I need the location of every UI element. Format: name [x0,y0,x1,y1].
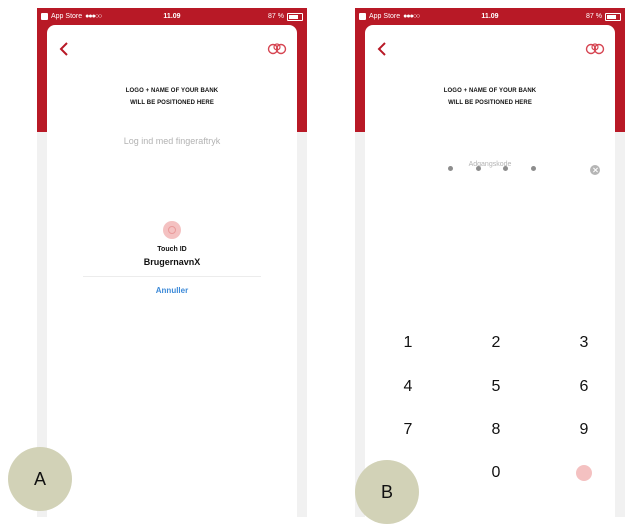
bank-logo-icon [585,42,605,56]
touch-id-username: BrugernavnX [143,257,201,267]
bank-logo-placeholder: LOGO + NAME OF YOUR BANK WILL BE POSITIO… [365,85,615,109]
pin-card: LOGO + NAME OF YOUR BANK WILL BE POSITIO… [365,25,615,517]
pin-dot [448,166,453,171]
keypad-key-1[interactable]: 1 [388,331,428,355]
logo-text-line1: LOGO + NAME OF YOUR BANK [125,88,219,94]
pin-dot [530,166,536,171]
battery-icon [287,12,303,21]
keypad-key-4[interactable]: 4 [388,375,428,399]
battery-label: 87 % [586,13,602,20]
bank-logo-placeholder: LOGO + NAME OF YOUR BANK WILL BE POSITIO… [47,85,297,109]
fingerprint-prompt: Log ind med fingeraftryk [123,136,221,146]
status-bar: App Store ●●●○○ 11.09 87 % [37,8,307,25]
battery-label: 87 % [268,13,284,20]
touch-id-dialog: Touch ID BrugernavnX Annuller [83,212,261,308]
phone-screen-a: App Store ●●●○○ 11.09 87 % LOGO + NAME O… [37,8,307,517]
battery-icon [605,12,621,21]
logo-text-line1: LOGO + NAME OF YOUR BANK [443,88,537,94]
pin-dot [503,166,509,171]
clear-icon[interactable] [590,165,600,175]
fingerprint-key-icon[interactable] [576,465,592,481]
status-bar: App Store ●●●○○ 11.09 87 % [355,8,625,25]
keypad-key-0[interactable]: 0 [476,461,516,485]
keypad-key-7[interactable]: 7 [388,418,428,442]
back-chevron-icon[interactable] [375,41,389,57]
status-time: 11.09 [481,13,499,20]
label-badge-a: A [8,447,72,511]
keypad-key-6[interactable]: 6 [564,375,604,399]
keypad-key-5[interactable]: 5 [476,375,516,399]
pin-dot [475,166,481,171]
keypad-key-3[interactable]: 3 [564,331,604,355]
keypad-key-9[interactable]: 9 [564,418,604,442]
bank-logo-icon [267,42,287,56]
back-chevron-icon[interactable] [57,41,71,57]
touch-id-title: Touch ID [157,246,187,253]
fingerprint-icon [163,221,181,239]
keypad-key-2[interactable]: 2 [476,331,516,355]
keypad-key-8[interactable]: 8 [476,418,516,442]
pin-indicator [448,166,536,176]
label-badge-b: B [355,460,419,524]
logo-text-line2: WILL BE POSITIONED HERE [448,100,532,106]
status-time: 11.09 [163,13,181,20]
logo-text-line2: WILL BE POSITIONED HERE [130,100,214,106]
login-card: LOGO + NAME OF YOUR BANK WILL BE POSITIO… [47,25,297,517]
cancel-button[interactable]: Annuller [83,286,261,295]
dialog-divider [83,276,261,277]
phone-screen-b: App Store ●●●○○ 11.09 87 % LOGO + NAME O… [355,8,625,517]
